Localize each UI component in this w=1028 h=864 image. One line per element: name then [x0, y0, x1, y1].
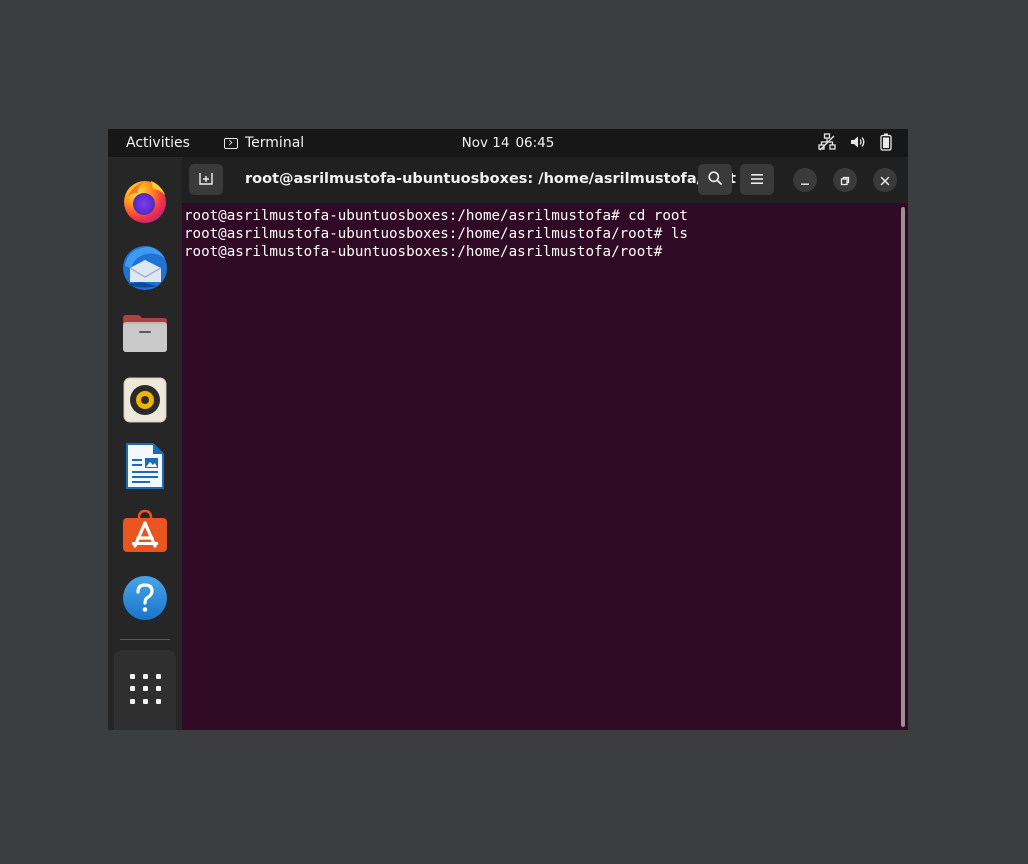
hamburger-menu-icon — [750, 170, 764, 189]
battery-icon — [880, 133, 892, 151]
app-center-icon — [121, 508, 169, 556]
dock-item-firefox[interactable] — [121, 177, 169, 225]
system-status-area[interactable] — [818, 133, 892, 151]
show-applications-button[interactable] — [114, 650, 176, 730]
libreoffice-writer-icon — [121, 442, 169, 490]
terminal-line: root@asrilmustofa-ubuntuosboxes:/home/as… — [184, 244, 663, 260]
search-icon — [707, 170, 723, 190]
menu-button[interactable] — [740, 164, 774, 195]
app-menu[interactable]: Terminal — [224, 135, 304, 151]
dock — [108, 157, 182, 730]
terminal-window: root@asrilmustofa-ubuntuosboxes: /home/a… — [182, 157, 908, 730]
window-title: root@asrilmustofa-ubuntuosboxes: /home/a… — [245, 171, 736, 187]
terminal-output: root@asrilmustofa-ubuntuosboxes:/home/as… — [184, 207, 688, 261]
help-icon — [121, 574, 169, 622]
network-icon — [818, 133, 836, 151]
dock-item-files[interactable] — [121, 310, 169, 358]
dock-item-rhythmbox[interactable] — [121, 376, 169, 424]
minimize-icon — [800, 171, 810, 190]
new-tab-icon — [198, 170, 214, 190]
close-icon — [880, 171, 890, 190]
dock-item-app-center[interactable] — [121, 508, 169, 556]
clock-date[interactable]: Nov 14 — [462, 135, 510, 151]
files-icon — [121, 310, 169, 358]
close-button[interactable] — [873, 168, 897, 192]
dock-item-libreoffice-writer[interactable] — [121, 442, 169, 490]
dock-item-help[interactable] — [121, 574, 169, 622]
apps-grid-icon — [130, 674, 162, 706]
thunderbird-icon — [121, 244, 169, 292]
volume-icon — [850, 134, 866, 150]
top-bar: Activities Terminal Nov 14 06:45 — [108, 129, 908, 157]
new-tab-button[interactable] — [189, 164, 223, 195]
firefox-icon — [121, 177, 169, 225]
terminal-headerbar[interactable]: root@asrilmustofa-ubuntuosboxes: /home/a… — [182, 157, 908, 203]
minimize-button[interactable] — [793, 168, 817, 192]
dock-separator — [120, 639, 170, 640]
terminal-content[interactable]: root@asrilmustofa-ubuntuosboxes:/home/as… — [182, 203, 908, 730]
rhythmbox-icon — [121, 376, 169, 424]
clock-time[interactable]: 06:45 — [515, 135, 554, 151]
app-menu-label: Terminal — [245, 135, 305, 151]
terminal-line: root@asrilmustofa-ubuntuosboxes:/home/as… — [184, 208, 688, 224]
terminal-line: root@asrilmustofa-ubuntuosboxes:/home/as… — [184, 226, 688, 242]
terminal-scrollbar[interactable] — [901, 207, 905, 727]
dock-item-thunderbird[interactable] — [121, 244, 169, 292]
maximize-button[interactable] — [833, 168, 857, 192]
ubuntu-desktop: Activities Terminal Nov 14 06:45 root@as… — [108, 129, 908, 730]
terminal-icon — [224, 137, 238, 149]
search-button[interactable] — [698, 164, 732, 195]
restore-icon — [840, 171, 850, 190]
activities-button[interactable]: Activities — [126, 135, 190, 151]
